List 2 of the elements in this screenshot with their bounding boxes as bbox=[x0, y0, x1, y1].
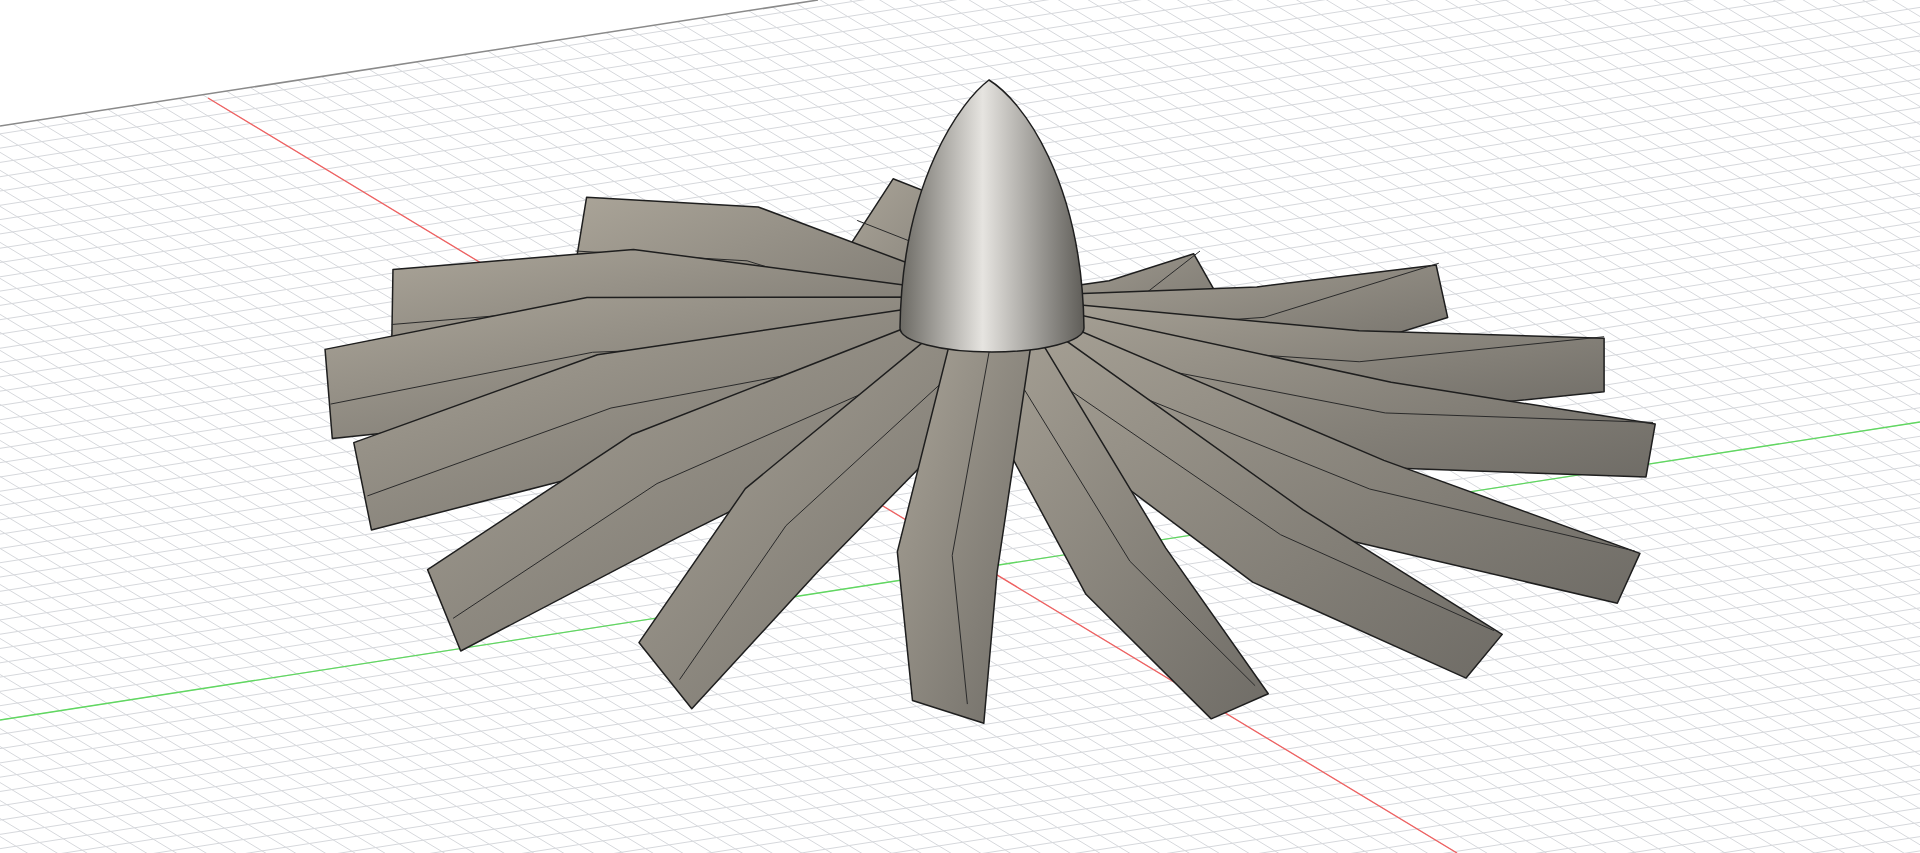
impeller-model-drawing[interactable] bbox=[324, 79, 1656, 724]
viewport-canvas[interactable] bbox=[0, 0, 1920, 853]
